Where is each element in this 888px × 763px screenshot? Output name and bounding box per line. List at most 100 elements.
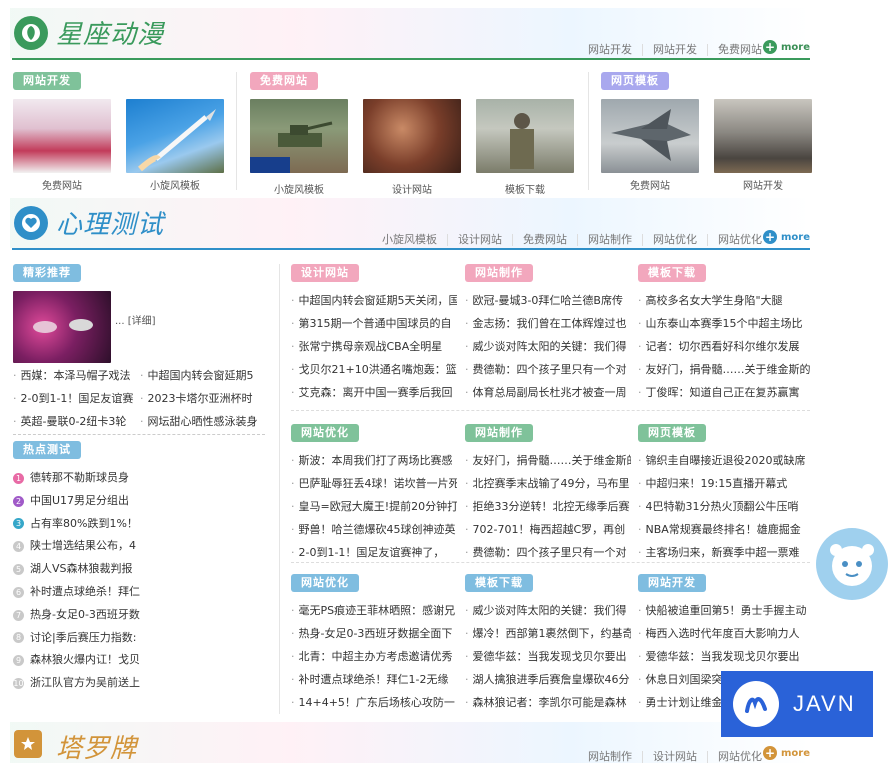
article-item[interactable]: 戈贝尔21+10洪通名嘴炮轰：篮	[291, 358, 457, 381]
thumb-caption[interactable]: 免费网站	[601, 177, 699, 192]
article-item[interactable]: 锦织圭自曝接近退役2020或缺席	[638, 449, 810, 472]
section-link[interactable]: 网站优化	[642, 234, 707, 246]
article-item[interactable]: 威少谈对阵太阳的关键：我们得	[465, 335, 631, 358]
article-item[interactable]: 爱德华兹：当我发现戈贝尔要出	[638, 645, 810, 668]
more-button[interactable]: + more	[762, 40, 810, 54]
featured-badge[interactable]: 精彩推荐	[13, 264, 81, 282]
list-item[interactable]: 2-0到1-1！国足友谊赛	[13, 387, 143, 410]
article-item[interactable]: 欧冠-曼城3-0拜仁哈兰德B席传	[465, 289, 631, 312]
block-badge[interactable]: 网站制作	[465, 424, 533, 442]
article-item[interactable]: 友好门，捐骨髓……关于维金斯的	[465, 449, 632, 472]
section-link[interactable]: 网站制作	[578, 751, 642, 763]
thumb-caption[interactable]: 模板下载	[476, 181, 574, 196]
article-item[interactable]: 丁俊晖：知道自己正在复苏赢寓	[638, 381, 810, 404]
article-item[interactable]: NBA常规赛最终排名！雄鹿掘金	[638, 518, 810, 541]
article-item[interactable]: 斯波：本周我们打了两场比赛感	[291, 449, 457, 472]
block-badge[interactable]: 网站制作	[465, 264, 533, 282]
article-item[interactable]: 湖人擒狼进季后赛詹皇爆砍46分	[465, 668, 631, 691]
article-item[interactable]: 第315期一个普通中国球员的自	[291, 312, 457, 335]
smoke-photo[interactable]	[714, 99, 812, 173]
article-item[interactable]: 毫无PS痕迹王菲林晒照：感谢兄	[291, 599, 457, 622]
hot-item[interactable]: 3 占有率80%跌到1%！	[13, 513, 263, 536]
article-item[interactable]: 野兽！哈兰德爆砍45球创神迹英	[291, 518, 457, 541]
block-badge[interactable]: 模板下载	[638, 264, 706, 282]
article-item[interactable]: 费德勒：四个孩子里只有一个对	[465, 541, 631, 564]
article-item[interactable]: 4巴特勒31分热火顶翻公牛压哨	[638, 495, 810, 518]
article-item[interactable]: 快船被追重回第5！勇士手握主动	[638, 599, 810, 622]
article-item[interactable]: 费德勒：四个孩子里只有一个对	[465, 358, 631, 381]
hot-item[interactable]: 6 补时遭点球绝杀！拜仁	[13, 581, 263, 604]
article-item[interactable]: 威少谈对阵太阳的关键：我们得	[465, 599, 631, 622]
article-item[interactable]: 森林狼记者：李凯尔可能是森林	[465, 691, 631, 714]
section-link[interactable]: 设计网站	[642, 751, 707, 763]
hot-item[interactable]: 5 湖人VS森林狼裁判报	[13, 558, 263, 581]
rocket-launch-photo[interactable]	[126, 99, 224, 173]
block-badge[interactable]: 模板下载	[465, 574, 533, 592]
thumb-caption[interactable]: 小旋风模板	[126, 177, 224, 192]
group-badge[interactable]: 网页模板	[601, 72, 669, 90]
article-item[interactable]: 北青：中超主办方考虑邀请优秀	[291, 645, 457, 668]
thumb-caption[interactable]: 免费网站	[13, 177, 111, 192]
masquerade-photo[interactable]	[13, 291, 111, 363]
block-badge[interactable]: 网站开发	[638, 574, 706, 592]
article-item[interactable]: 艾克森：离开中国一赛季后我回	[291, 381, 457, 404]
article-item[interactable]: 金志扬：我们曾在工体辉煌过也	[465, 312, 631, 335]
group-badge[interactable]: 免费网站	[250, 72, 318, 90]
article-item[interactable]: 拒绝33分逆转！北控无缘季后赛	[465, 495, 631, 518]
soldier-photo[interactable]	[476, 99, 574, 173]
article-item[interactable]: 中超归来！19:15直播开幕式	[638, 472, 810, 495]
mascot-widget[interactable]	[816, 528, 888, 600]
article-item[interactable]: 友好门，捐骨髓……关于维金斯的	[638, 358, 811, 381]
block-badge[interactable]: 设计网站	[291, 264, 359, 282]
article-item[interactable]: 主客场归来，新赛季中超一票难	[638, 541, 810, 564]
article-item[interactable]: 高校多名女大学生身陷"大腿	[638, 289, 810, 312]
tank-photo[interactable]	[250, 99, 348, 173]
block-badge[interactable]: 网页模板	[638, 424, 706, 442]
detail-link[interactable]: ... [详细]	[115, 312, 156, 327]
section-link[interactable]: 网站开发	[642, 44, 707, 56]
block-badge[interactable]: 网站优化	[291, 424, 359, 442]
article-item[interactable]: 爆冷！西部第1裹然倒下，约基奇	[465, 622, 632, 645]
list-item[interactable]: 中超国内转会窗延期5	[140, 364, 268, 387]
hot-item[interactable]: 1 德转那不勒斯球员身	[13, 467, 263, 490]
hot-item[interactable]: 8 讨论|季后赛压力指数:	[13, 627, 263, 650]
stage-performance-photo[interactable]	[13, 99, 111, 173]
list-item[interactable]: 英超-曼联0-2纽卡3轮	[13, 410, 143, 433]
article-item[interactable]: 体育总局副局长杜兆才被查一周	[465, 381, 631, 404]
list-item[interactable]: 西媒：本泽马帽子戏法	[13, 364, 143, 387]
more-button[interactable]: + more	[762, 746, 810, 760]
list-item[interactable]: 网坛甜心晒性感泳装身	[140, 410, 268, 433]
more-button[interactable]: + more	[762, 230, 810, 244]
article-item[interactable]: 皇马=欧冠大魔王!提前20分钟打	[291, 495, 458, 518]
stealth-jet-photo[interactable]	[601, 99, 699, 173]
section-link[interactable]: 设计网站	[447, 234, 512, 246]
crowd-photo[interactable]	[363, 99, 461, 173]
section-link[interactable]: 小旋风模板	[372, 234, 447, 246]
article-item[interactable]: 梅西入选时代年度百大影响力人	[638, 622, 810, 645]
article-item[interactable]: 热身-女足0-3西班牙数据全面下	[291, 622, 457, 645]
article-item[interactable]: 补时遭点球绝杀！拜仁1-2无缘	[291, 668, 457, 691]
article-item[interactable]: 山东泰山本赛季15个中超主场比	[638, 312, 810, 335]
article-item[interactable]: 记者：切尔西看好科尔维尔发展	[638, 335, 810, 358]
article-item[interactable]: 张常宁携母亲观战CBA全明星	[291, 335, 457, 358]
article-item[interactable]: 巴萨耻辱狂丢4球！诺坎普一片死	[291, 472, 458, 495]
section-link[interactable]: 网站开发	[578, 44, 642, 56]
hot-item[interactable]: 7 热身-女足0-3西班牙数	[13, 604, 263, 627]
article-item[interactable]: 702-701！梅西超越C罗，再创	[465, 518, 631, 541]
article-item[interactable]: 中超国内转会窗延期5天关闭，国	[291, 289, 458, 312]
block-badge[interactable]: 网站优化	[291, 574, 359, 592]
article-item[interactable]: 14+4+5！广东后场核心攻防一	[291, 691, 457, 714]
thumb-caption[interactable]: 设计网站	[363, 181, 461, 196]
section-link[interactable]: 网站制作	[577, 234, 642, 246]
list-item[interactable]: 2023卡塔尔亚洲杯时	[140, 387, 268, 410]
hot-item[interactable]: 10 浙江队官方为吴前送上	[13, 672, 263, 695]
hot-badge[interactable]: 热点测试	[13, 441, 81, 459]
hot-item[interactable]: 4 陕士增选结果公布，4	[13, 535, 263, 558]
article-item[interactable]: 北控赛季末战输了49分，马布里	[465, 472, 631, 495]
group-badge[interactable]: 网站开发	[13, 72, 81, 90]
thumb-caption[interactable]: 网站开发	[714, 177, 812, 192]
article-item[interactable]: 2-0到1-1！国足友谊赛神了，	[291, 541, 457, 564]
section-link[interactable]: 免费网站	[512, 234, 577, 246]
thumb-caption[interactable]: 小旋风模板	[250, 181, 348, 196]
hot-item[interactable]: 9 森林狼火爆内讧！戈贝	[13, 649, 263, 672]
